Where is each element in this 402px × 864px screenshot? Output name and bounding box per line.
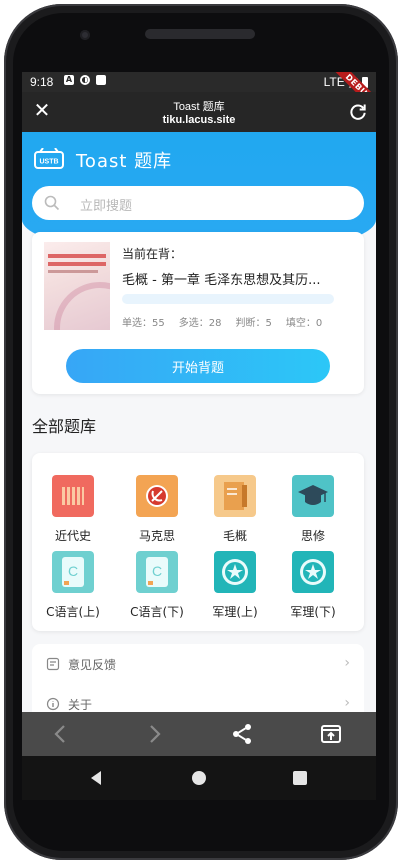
svg-text:USTB: USTB bbox=[39, 159, 58, 166]
reload-icon[interactable] bbox=[348, 102, 368, 122]
search-icon bbox=[44, 195, 60, 211]
info-icon bbox=[46, 697, 60, 711]
start-study-button[interactable]: 开始背题 bbox=[66, 349, 330, 383]
chevron-right-icon: › bbox=[344, 655, 350, 671]
library-item-label: 军理(上) bbox=[212, 605, 258, 619]
ustb-logo-icon: USTB bbox=[34, 148, 64, 169]
library-grid: 近代史 马克思 毛概 思修 C C语言(上) C C语言(下) 军理(上) 军理… bbox=[32, 453, 364, 631]
library-item-label: C语言(上) bbox=[46, 605, 100, 619]
system-home-icon[interactable] bbox=[191, 770, 207, 786]
library-item-label: 军理(下) bbox=[290, 605, 336, 619]
status-time: 9:18 bbox=[30, 75, 54, 89]
system-navigation-bar bbox=[22, 756, 376, 800]
forward-arrow-icon[interactable] bbox=[142, 722, 166, 746]
front-camera bbox=[80, 30, 90, 40]
current-title: 毛概 - 第一章 毛泽东思想及其历... bbox=[122, 273, 321, 288]
menu-item-label: 关于 bbox=[68, 698, 93, 712]
appbar-url: tiku.lacus.site bbox=[162, 114, 236, 126]
question-stats: 单选：55 多选：28 判断：5 填空：0 bbox=[122, 314, 322, 329]
browser-toolbar bbox=[22, 712, 376, 756]
stat-fill-blank: 填空：0 bbox=[285, 318, 323, 329]
menu-item-about[interactable]: 关于 › bbox=[32, 684, 364, 712]
back-arrow-icon[interactable] bbox=[49, 722, 73, 746]
system-back-icon[interactable] bbox=[88, 770, 104, 786]
stat-single-choice: 单选：55 bbox=[122, 318, 165, 329]
sd-card-icon bbox=[96, 75, 106, 85]
chevron-right-icon: › bbox=[344, 695, 350, 711]
notification-app-icon: ◐ bbox=[80, 75, 90, 85]
library-item-military-part2[interactable]: 军理(下) bbox=[274, 551, 352, 620]
current-study-card: 当前在背： 毛概 - 第一章 毛泽东思想及其历... 单选：55 多选：28 判… bbox=[32, 232, 364, 394]
open-in-browser-icon[interactable] bbox=[319, 722, 343, 746]
stat-true-false: 判断：5 bbox=[235, 318, 272, 329]
menu-item-label: 意见反馈 bbox=[68, 658, 117, 672]
library-item-c-part2[interactable]: C C语言(下) bbox=[118, 551, 196, 620]
search-placeholder: 立即搜题 bbox=[80, 199, 133, 214]
graduation-cap-icon bbox=[292, 475, 334, 517]
status-bar: 9:18 A ◐ LTE ◢ DEBUG bbox=[22, 72, 376, 119]
library-item-label: 思修 bbox=[300, 529, 325, 543]
library-item-military-part1[interactable]: 军理(上) bbox=[196, 551, 274, 620]
svg-text:C: C bbox=[152, 563, 162, 579]
library-item-history[interactable]: 近代史 bbox=[34, 475, 112, 544]
hammer-sickle-icon bbox=[136, 475, 178, 517]
book-cover-image bbox=[44, 242, 110, 330]
library-section-title: 全部题库 bbox=[32, 417, 97, 436]
notebook-icon bbox=[214, 475, 256, 517]
library-item-c-part1[interactable]: C C语言(上) bbox=[34, 551, 112, 620]
svg-text:C: C bbox=[68, 563, 78, 579]
library-item-label: C语言(下) bbox=[130, 605, 184, 619]
browser-app-bar: ✕ Toast 题库 tiku.lacus.site bbox=[22, 92, 376, 132]
status-icons: A ◐ bbox=[64, 75, 106, 85]
library-item-maogai[interactable]: 毛概 bbox=[196, 475, 274, 544]
military-emblem-icon bbox=[292, 551, 334, 593]
app-title: Toast 题库 bbox=[76, 151, 173, 172]
speaker-grille bbox=[145, 29, 255, 39]
appbar-titles: Toast 题库 tiku.lacus.site bbox=[22, 98, 376, 126]
library-item-label: 马克思 bbox=[138, 529, 175, 543]
notification-a-icon: A bbox=[64, 75, 74, 85]
system-recents-icon[interactable] bbox=[293, 771, 307, 785]
c-language-icon: C bbox=[136, 551, 178, 593]
screen: 9:18 A ◐ LTE ◢ DEBUG ✕ Toast 题库 tiku.lac… bbox=[22, 72, 376, 712]
library-item-label: 毛概 bbox=[222, 529, 247, 543]
share-icon[interactable] bbox=[230, 722, 254, 746]
c-language-icon: C bbox=[52, 551, 94, 593]
study-progress-bar bbox=[122, 294, 334, 304]
stat-multi-choice: 多选：28 bbox=[178, 318, 222, 329]
menu-item-feedback[interactable]: 意见反馈 › bbox=[32, 644, 364, 684]
current-label: 当前在背： bbox=[122, 247, 183, 261]
menu-list: 意见反馈 › 关于 › bbox=[32, 644, 364, 712]
search-bar[interactable]: 立即搜题 bbox=[32, 186, 364, 220]
library-item-sixiu[interactable]: 思修 bbox=[274, 475, 352, 544]
library-item-marx[interactable]: 马克思 bbox=[118, 475, 196, 544]
library-item-label: 近代史 bbox=[54, 529, 91, 543]
appbar-title: Toast 题库 bbox=[173, 101, 225, 113]
history-book-icon bbox=[52, 475, 94, 517]
feedback-icon bbox=[46, 657, 60, 671]
military-emblem-icon bbox=[214, 551, 256, 593]
